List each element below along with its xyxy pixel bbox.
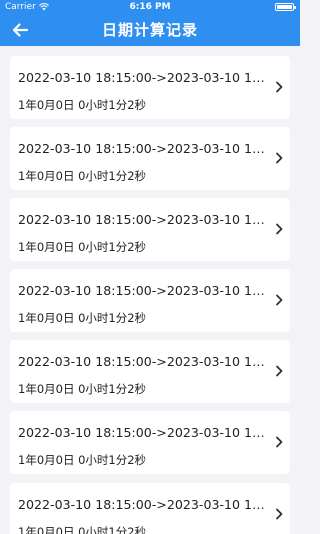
record-item[interactable]: 2022-03-10 18:15:00->2023-03-10 18:15:00… — [10, 411, 290, 474]
record-item[interactable]: 2022-03-10 18:15:00->2023-03-10 18:15:00… — [10, 56, 290, 119]
nav-bar: 日期计算记录 — [0, 13, 300, 46]
record-duration: 1年0月0日 0小时1分2秒 — [18, 382, 147, 396]
record-date-range: 2022-03-10 18:15:00->2023-03-10 18:15:00 — [18, 70, 270, 85]
record-duration: 1年0月0日 0小时1分2秒 — [18, 240, 147, 254]
page-title: 日期计算记录 — [101, 21, 198, 39]
chevron-right-icon — [276, 436, 283, 448]
chevron-right-icon — [276, 152, 283, 164]
record-item[interactable]: 2022-03-10 18:15:00->2023-03-10 18:15:00… — [10, 198, 290, 261]
record-item[interactable]: 2022-03-10 18:15:00->2023-03-10 18:15:00… — [10, 340, 290, 403]
chevron-right-icon — [276, 294, 283, 306]
record-item[interactable]: 2022-03-10 18:15:00->2023-03-10 18:15:00… — [10, 483, 290, 534]
record-date-range: 2022-03-10 18:15:00->2023-03-10 18:15:00 — [18, 425, 270, 440]
record-item[interactable]: 2022-03-10 18:15:00->2023-03-10 18:15:00… — [10, 127, 290, 190]
record-date-range: 2022-03-10 18:15:00->2023-03-10 18:15:00 — [18, 354, 270, 369]
chevron-right-icon — [276, 81, 283, 93]
status-time: 6:16 PM — [129, 2, 171, 12]
app-header: Carrier 6:16 PM 日期计算记录 — [0, 0, 300, 46]
record-date-range: 2022-03-10 18:15:00->2023-03-10 18:15:00 — [18, 283, 270, 298]
status-bar: Carrier 6:16 PM — [0, 0, 300, 13]
record-item[interactable]: 2022-03-10 18:15:00->2023-03-10 18:15:00… — [10, 269, 290, 332]
record-date-range: 2022-03-10 18:15:00->2023-03-10 18:15:00 — [18, 497, 270, 512]
record-duration: 1年0月0日 0小时1分2秒 — [18, 169, 147, 183]
record-duration: 1年0月0日 0小时1分2秒 — [18, 525, 147, 534]
record-duration: 1年0月0日 0小时1分2秒 — [18, 98, 147, 112]
record-duration: 1年0月0日 0小时1分2秒 — [18, 453, 147, 467]
battery-icon — [275, 3, 296, 11]
chevron-right-icon — [276, 508, 283, 520]
chevron-right-icon — [276, 365, 283, 377]
record-date-range: 2022-03-10 18:15:00->2023-03-10 18:15:00 — [18, 212, 270, 227]
record-date-range: 2022-03-10 18:15:00->2023-03-10 18:15:00 — [18, 141, 270, 156]
chevron-right-icon — [276, 223, 283, 235]
record-duration: 1年0月0日 0小时1分2秒 — [18, 311, 147, 325]
